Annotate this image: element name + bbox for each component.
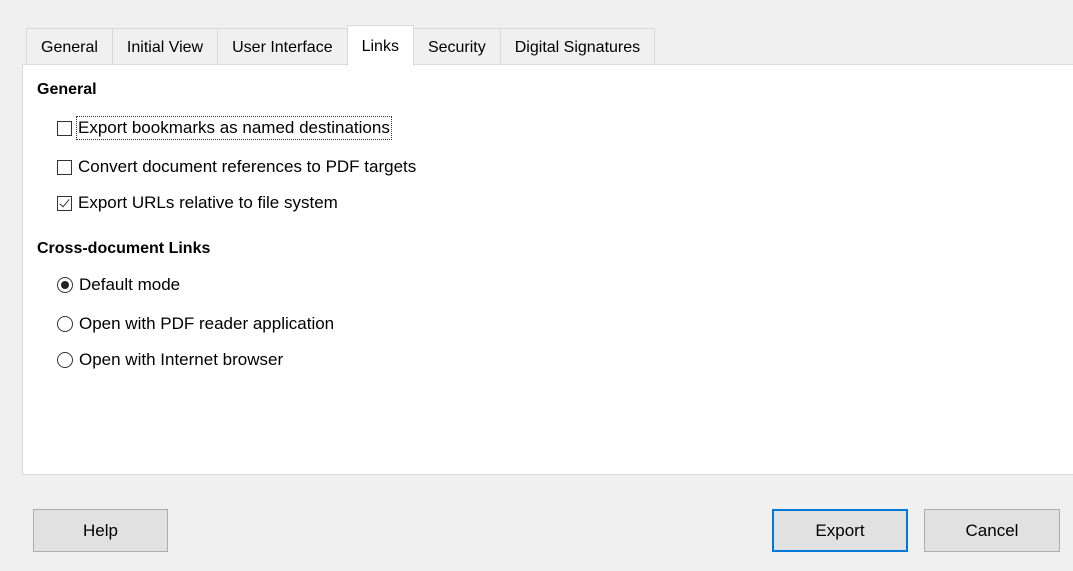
convert-references-label[interactable]: Convert document references to PDF targe…	[78, 157, 416, 177]
general-section-title: General	[37, 81, 97, 98]
export-urls-relative-option[interactable]: Export URLs relative to file system	[57, 191, 338, 215]
export-bookmarks-label[interactable]: Export bookmarks as named destinations	[76, 116, 392, 140]
export-urls-relative-label[interactable]: Export URLs relative to file system	[78, 193, 338, 213]
tab-bar: General Initial View User Interface Link…	[26, 25, 656, 66]
tab-digital-signatures[interactable]: Digital Signatures	[499, 28, 656, 65]
default-mode-option[interactable]: Default mode	[57, 273, 180, 297]
internet-browser-option[interactable]: Open with Internet browser	[57, 348, 283, 372]
pdf-reader-label[interactable]: Open with PDF reader application	[79, 314, 334, 334]
export-bookmarks-option[interactable]: Export bookmarks as named destinations	[57, 116, 392, 140]
cross-document-section-title: Cross-document Links	[37, 240, 211, 257]
export-button[interactable]: Export	[772, 509, 908, 552]
convert-references-checkbox[interactable]	[57, 159, 72, 175]
tab-user-interface[interactable]: User Interface	[217, 28, 347, 65]
cancel-button[interactable]: Cancel	[924, 509, 1060, 552]
default-mode-radio[interactable]	[57, 277, 73, 293]
tab-security[interactable]: Security	[413, 28, 500, 65]
pdf-reader-option[interactable]: Open with PDF reader application	[57, 312, 334, 336]
default-mode-label[interactable]: Default mode	[79, 275, 180, 295]
pdf-reader-radio[interactable]	[57, 316, 73, 332]
tab-initial-view[interactable]: Initial View	[111, 28, 218, 65]
pdf-export-dialog: General Initial View User Interface Link…	[0, 0, 1073, 571]
help-button[interactable]: Help	[33, 509, 168, 552]
links-panel: General Export bookmarks as named destin…	[22, 64, 1073, 475]
export-bookmarks-checkbox[interactable]	[57, 120, 72, 136]
convert-references-option[interactable]: Convert document references to PDF targe…	[57, 155, 416, 179]
export-urls-relative-checkbox[interactable]	[57, 195, 72, 211]
internet-browser-radio[interactable]	[57, 352, 73, 368]
tab-general[interactable]: General	[26, 28, 112, 65]
internet-browser-label[interactable]: Open with Internet browser	[79, 350, 283, 370]
tab-links[interactable]: Links	[346, 25, 414, 66]
